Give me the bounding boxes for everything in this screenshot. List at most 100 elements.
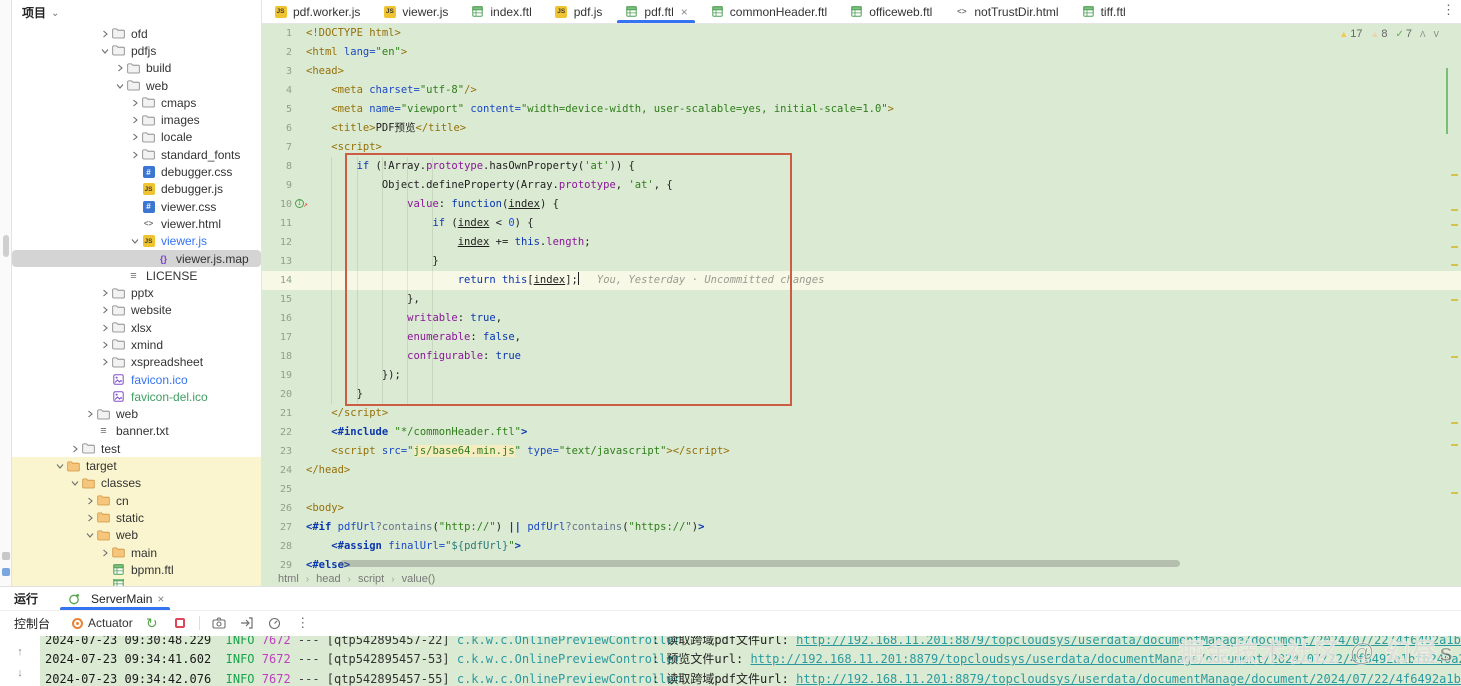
tab-index-ftl[interactable]: index.ftl: [459, 0, 542, 23]
attach-button[interactable]: [238, 614, 256, 632]
code-line-10[interactable]: 10 value: function(index) {I: [262, 195, 1461, 214]
tree-item-web[interactable]: web: [12, 406, 261, 423]
tab-officeweb-ftl[interactable]: officeweb.ftl: [838, 0, 943, 23]
chevron-right-icon[interactable]: [98, 306, 111, 314]
code-line-7[interactable]: 7 <script>: [262, 138, 1461, 157]
prev-issue-icon[interactable]: [1420, 28, 1425, 40]
code-line-15[interactable]: 15 },: [262, 290, 1461, 309]
run-tool-icon[interactable]: [2, 552, 10, 560]
code-line-8[interactable]: 8 if (!Array.prototype.hasOwnProperty('a…: [262, 157, 1461, 176]
tree-item-viewer-js-map[interactable]: {}viewer.js.map: [12, 250, 261, 267]
chevron-right-icon[interactable]: [83, 410, 96, 418]
chevron-right-icon[interactable]: [128, 116, 141, 124]
code-line-16[interactable]: 16 writable: true,: [262, 309, 1461, 328]
breadcrumb-item-value[interactable]: value(): [402, 573, 436, 585]
tree-item-license[interactable]: ≡LICENSE: [12, 267, 261, 284]
tree-item-test[interactable]: test: [12, 440, 261, 457]
chevron-right-icon[interactable]: [83, 497, 96, 505]
tab-pdf-worker-js[interactable]: JSpdf.worker.js: [262, 0, 371, 23]
more-options-icon[interactable]: [294, 614, 312, 632]
code-line-19[interactable]: 19 });: [262, 366, 1461, 385]
chevron-right-icon[interactable]: [98, 549, 111, 557]
chevron-down-icon[interactable]: [68, 479, 81, 487]
chevron-down-icon[interactable]: [83, 531, 96, 539]
breadcrumb-item-script[interactable]: script: [358, 573, 384, 585]
stripe-handle[interactable]: [3, 235, 9, 257]
tab-pdf-ftl[interactable]: pdf.ftl: [613, 0, 698, 23]
weak-warnings-count[interactable]: 8: [1370, 28, 1387, 40]
chevron-right-icon[interactable]: [113, 64, 126, 72]
tree-item-images[interactable]: images: [12, 111, 261, 128]
tree-item-pptx[interactable]: pptx: [12, 284, 261, 301]
tree-item-xlsx[interactable]: xlsx: [12, 319, 261, 336]
tree-item-banner-txt[interactable]: ≡banner.txt: [12, 423, 261, 440]
code-line-11[interactable]: 11 if (index < 0) {: [262, 214, 1461, 233]
scroll-up-icon[interactable]: [17, 642, 23, 660]
breadcrumb-item-html[interactable]: html: [278, 573, 299, 585]
resolved-count[interactable]: 7: [1396, 28, 1413, 40]
scroll-down-icon[interactable]: [17, 663, 23, 681]
tree-item-classes[interactable]: classes: [12, 475, 261, 492]
chevron-right-icon[interactable]: [68, 445, 81, 453]
code-line-6[interactable]: 6 <title>PDF预览</title>: [262, 119, 1461, 138]
tree-item-main[interactable]: main: [12, 544, 261, 561]
chevron-right-icon[interactable]: [98, 341, 111, 349]
code-line-22[interactable]: 22 <#include "*/commonHeader.ftl">: [262, 423, 1461, 442]
tree-item-ofd[interactable]: ofd: [12, 25, 261, 42]
tree-item-cmaps[interactable]: cmaps: [12, 94, 261, 111]
tab-commonheader-ftl[interactable]: commonHeader.ftl: [699, 0, 838, 23]
tree-item-locale[interactable]: locale: [12, 129, 261, 146]
breadcrumb-item-head[interactable]: head: [316, 573, 340, 585]
tree-item-debugger-js[interactable]: JSdebugger.js: [12, 181, 261, 198]
code-line-9[interactable]: 9 Object.defineProperty(Array.prototype,…: [262, 176, 1461, 195]
tree-item-item[interactable]: [12, 579, 261, 587]
tree-item-static[interactable]: static: [12, 509, 261, 526]
code-line-27[interactable]: 27<#if pdfUrl?contains("http://") || pdf…: [262, 518, 1461, 537]
tree-item-build[interactable]: build: [12, 60, 261, 77]
tree-item-pdfjs[interactable]: pdfjs: [12, 42, 261, 59]
tree-item-website[interactable]: website: [12, 302, 261, 319]
code-line-23[interactable]: 23 <script src="js/base64.min.js" type="…: [262, 442, 1461, 461]
terminal-tool-icon[interactable]: [2, 568, 10, 576]
chevron-right-icon[interactable]: [98, 30, 111, 38]
tree-item-standard-fonts[interactable]: standard_fonts: [12, 146, 261, 163]
close-icon[interactable]: [157, 592, 164, 606]
chevron-right-icon[interactable]: [128, 151, 141, 159]
chevron-down-icon[interactable]: [128, 237, 141, 245]
horizontal-scrollbar[interactable]: [340, 560, 1180, 567]
code-line-14[interactable]: 14 return this[index];You, Yesterday · U…: [262, 271, 1461, 290]
tree-item-favicon-ico[interactable]: favicon.ico: [12, 371, 261, 388]
code-line-2[interactable]: 2<html lang="en">: [262, 43, 1461, 62]
tree-item-viewer-js[interactable]: JSviewer.js: [12, 233, 261, 250]
chevron-down-icon[interactable]: [53, 462, 66, 470]
code-line-25[interactable]: 25: [262, 480, 1461, 499]
tab-overflow-icon[interactable]: [1442, 2, 1455, 18]
code-line-21[interactable]: 21 </script>: [262, 404, 1461, 423]
close-icon[interactable]: [679, 5, 688, 19]
code-line-20[interactable]: 20 }: [262, 385, 1461, 404]
tool-window-stripe[interactable]: [0, 0, 12, 586]
tree-item-web[interactable]: web: [12, 527, 261, 544]
chevron-right-icon[interactable]: [83, 514, 96, 522]
tree-item-cn[interactable]: cn: [12, 492, 261, 509]
next-issue-icon[interactable]: [1434, 28, 1439, 40]
code-line-3[interactable]: 3<head>: [262, 62, 1461, 81]
actuator-tab[interactable]: Actuator: [72, 616, 133, 630]
chevron-right-icon[interactable]: [128, 99, 141, 107]
inspections-widget[interactable]: 17 8 7: [1339, 28, 1439, 40]
chevron-right-icon[interactable]: [98, 358, 111, 366]
chevron-right-icon[interactable]: [128, 133, 141, 141]
tree-item-web[interactable]: web: [12, 77, 261, 94]
tree-item-debugger-css[interactable]: #debugger.css: [12, 163, 261, 180]
recursive-call-icon[interactable]: I: [295, 199, 306, 210]
code-line-17[interactable]: 17 enumerable: false,: [262, 328, 1461, 347]
code-line-24[interactable]: 24</head>: [262, 461, 1461, 480]
console-tab-label[interactable]: 控制台: [14, 615, 62, 632]
tree-item-xspreadsheet[interactable]: xspreadsheet: [12, 354, 261, 371]
code-line-28[interactable]: 28 <#assign finalUrl="${pdfUrl}">: [262, 537, 1461, 556]
warnings-count[interactable]: 17: [1339, 28, 1362, 40]
tree-item-bpmn-ftl[interactable]: bpmn.ftl: [12, 561, 261, 578]
tab-pdf-js[interactable]: JSpdf.js: [543, 0, 614, 23]
tab-nottrustdir-html[interactable]: <>notTrustDir.html: [943, 0, 1069, 23]
code-line-1[interactable]: 1<!DOCTYPE html>: [262, 24, 1461, 43]
